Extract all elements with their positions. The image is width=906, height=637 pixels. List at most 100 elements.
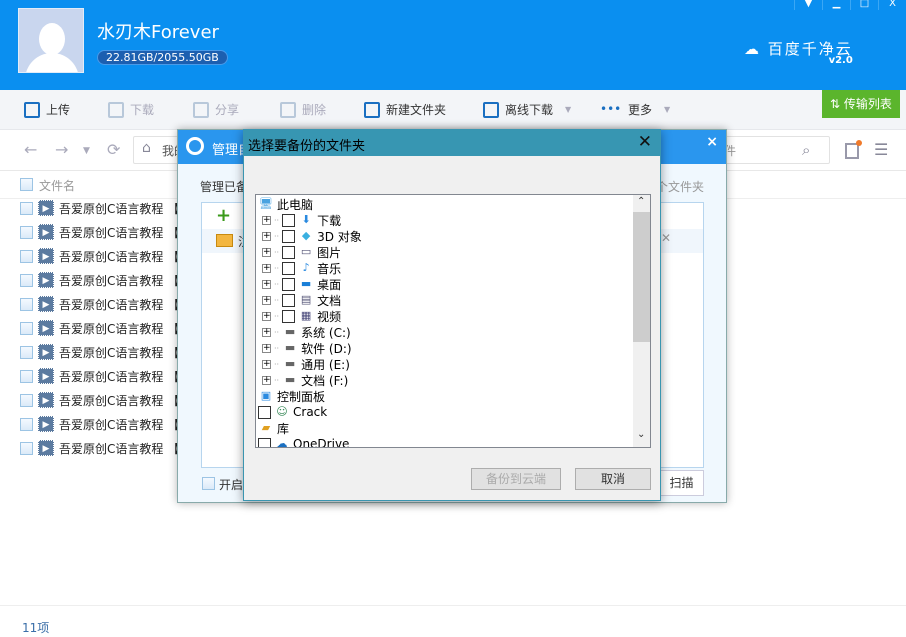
maximize-icon[interactable]: □	[850, 0, 878, 10]
expand-icon[interactable]: +	[262, 327, 271, 337]
expand-icon[interactable]: +	[262, 311, 271, 321]
tree-scrollbar[interactable]: ⌃ ⌄	[633, 195, 650, 447]
row-checkbox[interactable]	[20, 345, 33, 359]
expand-icon[interactable]: +	[262, 247, 271, 257]
tree-checkbox[interactable]	[282, 229, 296, 243]
tree-node[interactable]: + ·· ♪ 音乐	[262, 260, 341, 276]
panel-toggle-icon[interactable]	[845, 140, 862, 159]
scan-button[interactable]: 扫描	[659, 470, 704, 496]
tree-node[interactable]: ▰ 库	[258, 420, 289, 436]
toolbar-offline-download-button[interactable]: 离线下载 ▼	[483, 101, 571, 118]
file-row[interactable]: ▶ 吾爱原创C语言教程 【	[20, 196, 179, 220]
tree-node-label: 控制面板	[277, 389, 326, 404]
dropdown-arrow-icon: ▼	[664, 105, 671, 114]
menu-dropdown-icon[interactable]: ▼	[794, 0, 822, 10]
expand-icon[interactable]: +	[262, 359, 271, 369]
column-name[interactable]: 文件名	[39, 177, 75, 194]
file-row[interactable]: ▶ 吾爱原创C语言教程 【	[20, 412, 179, 436]
tree-node-label: 系统 (C:)	[301, 325, 351, 340]
tree-node[interactable]: 🖥 此电脑	[258, 196, 313, 212]
tree-node[interactable]: + ·· ▬ 文档 (F:)	[262, 372, 348, 388]
row-checkbox[interactable]	[20, 201, 33, 215]
close-button[interactable]: ×	[706, 134, 718, 150]
row-checkbox[interactable]	[20, 273, 33, 287]
row-checkbox[interactable]	[20, 393, 33, 407]
transfer-list-button[interactable]: ⇅ 传输列表	[822, 90, 900, 118]
row-checkbox[interactable]	[20, 417, 33, 431]
search-icon[interactable]: ⌕	[802, 141, 810, 159]
backup-to-cloud-button[interactable]: 备份到云端	[471, 468, 561, 490]
refresh-icon[interactable]: ⟳	[107, 140, 120, 159]
tree-node[interactable]: ☺ Crack	[258, 404, 327, 420]
expand-icon[interactable]: +	[262, 263, 271, 273]
close-button[interactable]: ✕	[638, 132, 652, 152]
scrollbar-thumb[interactable]	[633, 212, 650, 342]
file-row[interactable]: ▶ 吾爱原创C语言教程 【	[20, 292, 179, 316]
toolbar-share-button[interactable]: 分享	[193, 101, 239, 118]
history-dropdown-icon[interactable]: ▼	[83, 146, 90, 156]
close-icon[interactable]: X	[878, 0, 906, 10]
back-icon[interactable]: ←	[24, 140, 37, 159]
video-file-icon: ▶	[38, 440, 54, 456]
enable-checkbox[interactable]	[202, 477, 215, 490]
row-checkbox[interactable]	[20, 321, 33, 335]
cancel-button[interactable]: 取消	[575, 468, 651, 490]
expand-icon[interactable]: +	[262, 231, 271, 241]
tree-node[interactable]: + ·· ▤ 文档	[262, 292, 341, 308]
toolbar-new-folder-button[interactable]: 新建文件夹	[364, 101, 446, 118]
tree-checkbox[interactable]	[282, 277, 296, 291]
row-checkbox[interactable]	[20, 441, 33, 455]
scroll-down-icon[interactable]: ⌄	[637, 429, 645, 440]
scroll-up-icon[interactable]: ⌃	[637, 196, 645, 207]
tree-checkbox[interactable]	[282, 293, 296, 307]
file-row[interactable]: ▶ 吾爱原创C语言教程 【	[20, 388, 179, 412]
list-view-icon[interactable]: ☰	[874, 140, 888, 159]
select-all-checkbox[interactable]	[20, 178, 33, 191]
tree-node[interactable]: + ·· ▦ 视频	[262, 308, 341, 324]
file-row[interactable]: ▶ 吾爱原创C语言教程 【	[20, 244, 179, 268]
file-row[interactable]: ▶ 吾爱原创C语言教程 【	[20, 364, 179, 388]
row-checkbox[interactable]	[20, 369, 33, 383]
file-name: 吾爱原创C语言教程 【	[59, 441, 180, 456]
tree-node[interactable]: ☁ OneDrive	[258, 436, 349, 447]
file-row[interactable]: ▶ 吾爱原创C语言教程 【	[20, 436, 179, 460]
drive-icon: ▬	[284, 357, 296, 370]
tree-checkbox[interactable]	[282, 309, 296, 323]
forward-icon[interactable]: →	[55, 140, 68, 159]
toolbar-more-button[interactable]: ••• 更多 ▼	[600, 101, 670, 118]
toolbar-upload-button[interactable]: 上传	[24, 101, 70, 118]
avatar[interactable]	[18, 8, 84, 73]
row-checkbox[interactable]	[20, 225, 33, 239]
tree-checkbox[interactable]	[282, 245, 296, 259]
tree-node[interactable]: + ·· ▬ 软件 (D:)	[262, 340, 352, 356]
tree-node[interactable]: + ·· ◆ 3D 对象	[262, 228, 362, 244]
expand-icon[interactable]: +	[262, 375, 271, 385]
minimize-icon[interactable]: ▁	[822, 0, 850, 10]
tree-node[interactable]: + ·· ⬇ 下载	[262, 212, 341, 228]
row-checkbox[interactable]	[20, 249, 33, 263]
expand-icon[interactable]: +	[262, 295, 271, 305]
file-row[interactable]: ▶ 吾爱原创C语言教程 【	[20, 220, 179, 244]
tree-node[interactable]: + ·· ▭ 图片	[262, 244, 341, 260]
file-row[interactable]: ▶ 吾爱原创C语言教程 【	[20, 340, 179, 364]
tree-node[interactable]: + ·· ▬ 系统 (C:)	[262, 324, 351, 340]
more-icon: •••	[600, 101, 622, 116]
file-row[interactable]: ▶ 吾爱原创C语言教程 【	[20, 316, 179, 340]
remove-icon[interactable]: ✕	[661, 231, 671, 245]
toolbar-download-button[interactable]: 下载	[108, 101, 154, 118]
add-folder-icon[interactable]: +	[216, 205, 231, 226]
tree-checkbox[interactable]	[258, 405, 271, 419]
tree-checkbox[interactable]	[258, 437, 271, 447]
expand-icon[interactable]: +	[262, 215, 271, 225]
expand-icon[interactable]: +	[262, 279, 271, 289]
toolbar-trash-button[interactable]: 删除	[280, 101, 326, 118]
share-icon	[193, 101, 209, 118]
file-row[interactable]: ▶ 吾爱原创C语言教程 【	[20, 268, 179, 292]
tree-checkbox[interactable]	[282, 261, 296, 275]
tree-node[interactable]: + ·· ▬ 桌面	[262, 276, 341, 292]
tree-node[interactable]: ▣ 控制面板	[258, 388, 325, 404]
tree-node[interactable]: + ·· ▬ 通用 (E:)	[262, 356, 350, 372]
expand-icon[interactable]: +	[262, 343, 271, 353]
row-checkbox[interactable]	[20, 297, 33, 311]
tree-checkbox[interactable]	[282, 213, 296, 227]
